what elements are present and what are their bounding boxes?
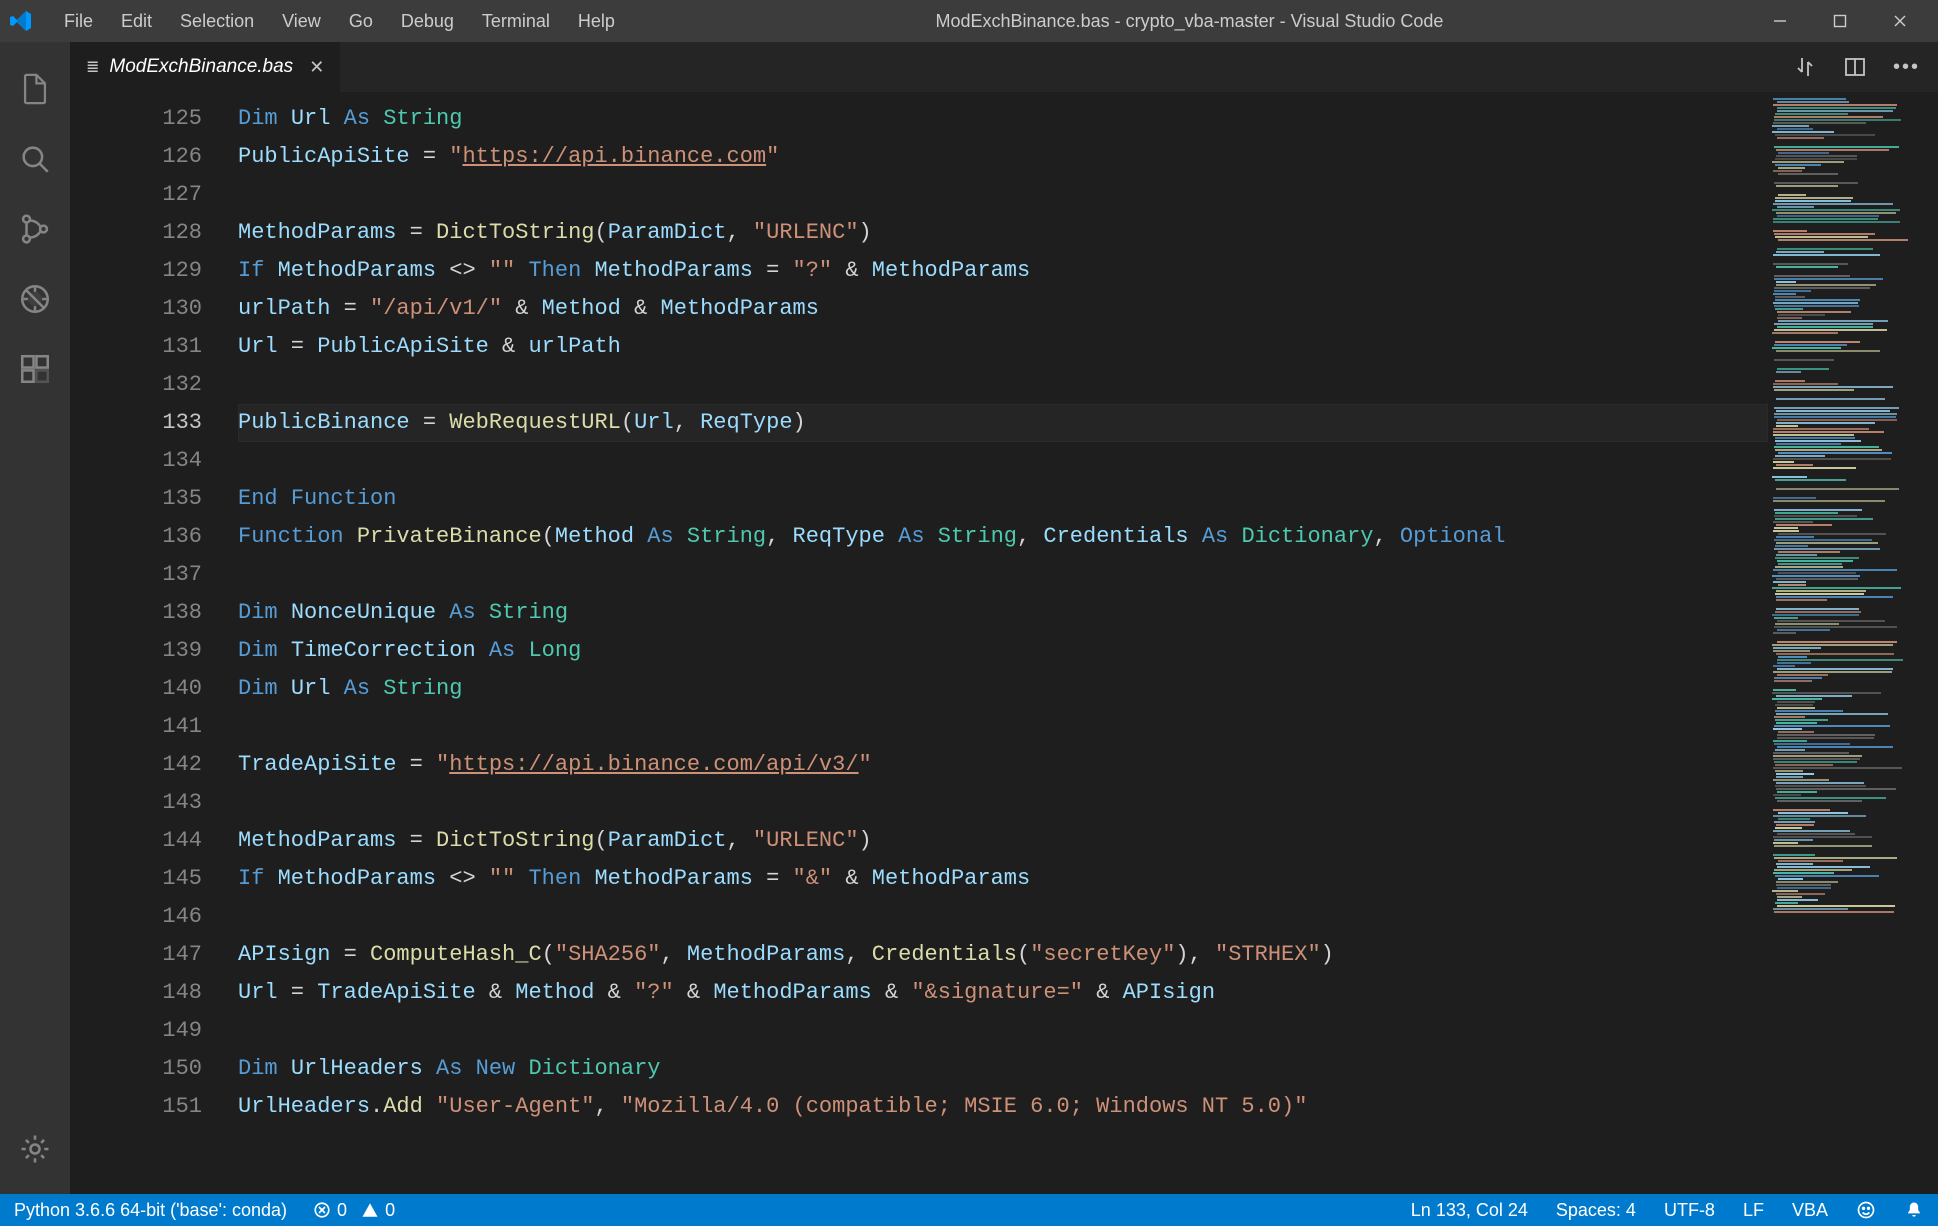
- menu-terminal[interactable]: Terminal: [468, 5, 564, 38]
- status-indent[interactable]: Spaces: 4: [1556, 1200, 1636, 1221]
- window-controls: [1750, 0, 1930, 42]
- tab-modexchbinance[interactable]: ≣ ModExchBinance.bas ✕: [70, 42, 341, 92]
- source-control-icon[interactable]: [0, 194, 70, 264]
- close-button[interactable]: [1870, 0, 1930, 42]
- menu-help[interactable]: Help: [564, 5, 629, 38]
- status-feedback-icon[interactable]: [1856, 1200, 1876, 1220]
- extensions-icon[interactable]: [0, 334, 70, 404]
- editor-body: 1251261271281291301311321331341351361371…: [70, 92, 1938, 1194]
- file-icon: ≣: [86, 57, 99, 77]
- status-bar: Python 3.6.6 64-bit ('base': conda) 0 0 …: [0, 1194, 1938, 1226]
- compare-changes-icon[interactable]: [1793, 55, 1817, 79]
- tab-close-icon[interactable]: ✕: [303, 57, 324, 78]
- explorer-icon[interactable]: [0, 54, 70, 124]
- split-editor-icon[interactable]: [1843, 55, 1867, 79]
- status-python[interactable]: Python 3.6.6 64-bit ('base': conda): [14, 1200, 287, 1221]
- status-encoding[interactable]: UTF-8: [1664, 1200, 1715, 1221]
- vscode-logo-icon: [8, 8, 34, 34]
- editor-actions: •••: [1793, 42, 1938, 92]
- status-warning-count: 0: [385, 1200, 395, 1221]
- tab-bar: ≣ ModExchBinance.bas ✕ •••: [70, 42, 1938, 92]
- code-editor[interactable]: Dim Url As StringPublicApiSite = "https:…: [220, 92, 1768, 1194]
- menu-edit[interactable]: Edit: [107, 5, 166, 38]
- settings-gear-icon[interactable]: [0, 1114, 70, 1184]
- status-language[interactable]: VBA: [1792, 1200, 1828, 1221]
- status-problems[interactable]: 0 0: [313, 1200, 395, 1221]
- main-area: ≣ ModExchBinance.bas ✕ ••• 1251261271281…: [0, 42, 1938, 1194]
- window-title: ModExchBinance.bas - crypto_vba-master -…: [629, 11, 1750, 32]
- tab-label: ModExchBinance.bas: [109, 56, 293, 78]
- minimap[interactable]: [1768, 92, 1938, 1194]
- more-actions-icon[interactable]: •••: [1893, 56, 1920, 79]
- editor-area: ≣ ModExchBinance.bas ✕ ••• 1251261271281…: [70, 42, 1938, 1194]
- debug-icon[interactable]: [0, 264, 70, 334]
- maximize-button[interactable]: [1810, 0, 1870, 42]
- menu-file[interactable]: File: [50, 5, 107, 38]
- status-error-count: 0: [337, 1200, 347, 1221]
- menu-selection[interactable]: Selection: [166, 5, 268, 38]
- titlebar: File Edit Selection View Go Debug Termin…: [0, 0, 1938, 42]
- minimize-button[interactable]: [1750, 0, 1810, 42]
- menu-bar: File Edit Selection View Go Debug Termin…: [50, 5, 629, 38]
- activity-bar: [0, 42, 70, 1194]
- status-bell-icon[interactable]: [1904, 1200, 1924, 1220]
- menu-debug[interactable]: Debug: [387, 5, 468, 38]
- menu-view[interactable]: View: [268, 5, 335, 38]
- line-number-gutter[interactable]: 1251261271281291301311321331341351361371…: [70, 92, 220, 1194]
- search-icon[interactable]: [0, 124, 70, 194]
- status-cursor[interactable]: Ln 133, Col 24: [1411, 1200, 1528, 1221]
- status-eol[interactable]: LF: [1743, 1200, 1764, 1221]
- menu-go[interactable]: Go: [335, 5, 387, 38]
